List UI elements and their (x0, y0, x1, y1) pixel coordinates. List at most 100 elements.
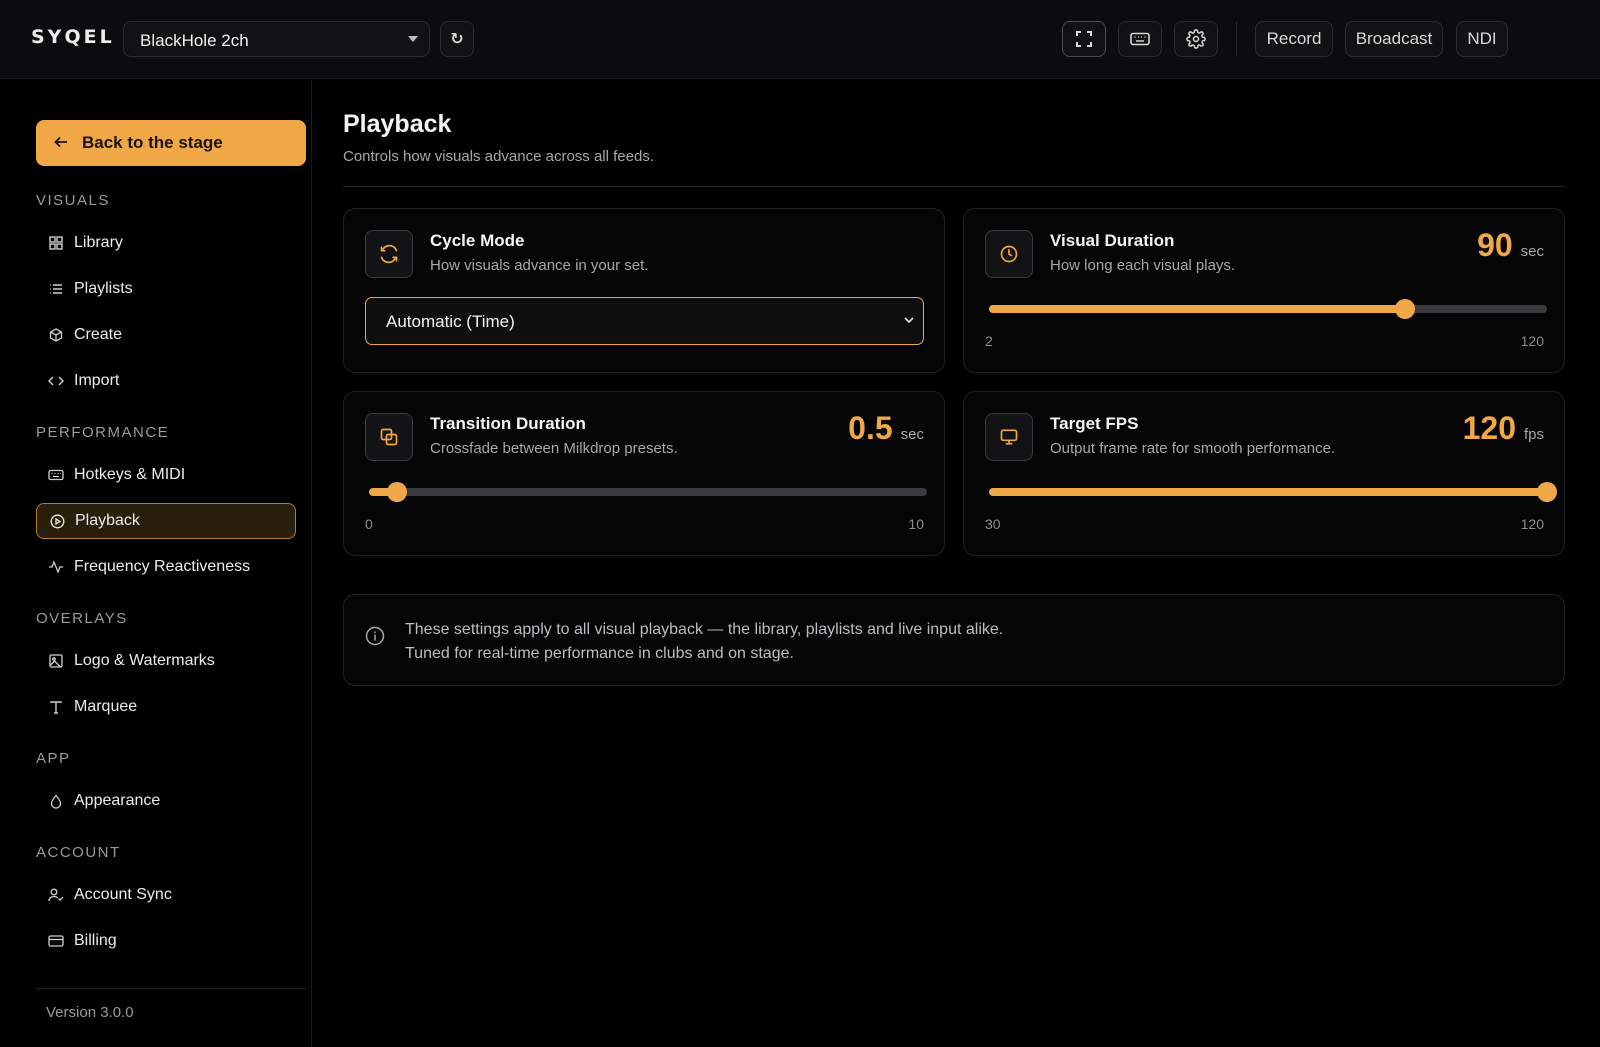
credit-card-icon (48, 933, 64, 949)
slider-fill (989, 488, 1547, 496)
sidebar-footer-divider (36, 988, 306, 989)
slider-thumb[interactable] (1537, 482, 1557, 502)
fullscreen-button[interactable] (1062, 21, 1106, 57)
sidebar-item-billing[interactable]: Billing (36, 923, 296, 959)
sidebar-item-label: Logo & Watermarks (74, 652, 215, 669)
sidebar-item-label: Library (74, 234, 123, 251)
target-fps-slider[interactable] (989, 482, 1557, 502)
grid-icon (48, 235, 64, 251)
arrow-left-icon (54, 135, 68, 152)
visual-duration-unit: sec (1520, 243, 1544, 260)
sidebar-item-label: Create (74, 326, 123, 343)
info-icon (365, 626, 385, 646)
target-fps-max: 120 (1520, 516, 1544, 532)
back-to-stage-label: Back to the stage (82, 133, 223, 152)
settings-sidebar: Back to the stage VISUALS Library Playli… (0, 80, 312, 1047)
visual-duration-max: 120 (1520, 333, 1544, 349)
app-logo: SYQEL (31, 26, 115, 48)
broadcast-button[interactable]: Broadcast (1345, 21, 1443, 57)
sidebar-item-appearance[interactable]: Appearance (36, 783, 296, 819)
settings-button[interactable] (1174, 21, 1218, 57)
sidebar-item-logo-watermarks[interactable]: Logo & Watermarks (36, 643, 296, 679)
section-overlays: OVERLAYS (36, 610, 128, 627)
info-line-1: These settings apply to all visual playb… (405, 621, 1004, 638)
gear-icon (1186, 29, 1206, 49)
section-performance: PERFORMANCE (36, 424, 170, 441)
layers-icon (365, 413, 413, 461)
keyboard-button[interactable] (1118, 21, 1162, 57)
slider-fill (989, 305, 1406, 313)
target-fps-desc: Output frame rate for smooth performance… (1050, 440, 1336, 457)
list-icon (48, 281, 64, 297)
keyboard-icon (1130, 32, 1150, 46)
visual-duration-number: 90 (1477, 227, 1513, 263)
sidebar-item-playback[interactable]: Playback (36, 503, 296, 539)
header-divider (343, 186, 1565, 187)
sidebar-item-label: Marquee (74, 698, 138, 715)
clock-icon (985, 230, 1033, 278)
target-fps-number: 120 (1462, 410, 1516, 446)
target-fps-unit: fps (1523, 426, 1544, 443)
refresh-cycle-icon (365, 230, 413, 278)
visual-duration-desc: How long each visual plays. (1050, 257, 1236, 274)
visual-duration-card: Visual Duration How long each visual pla… (963, 208, 1565, 373)
info-line-2: Tuned for real-time performance in clubs… (405, 645, 794, 662)
audio-device-select[interactable]: BlackHole 2ch (123, 21, 430, 57)
sidebar-item-create[interactable]: Create (36, 317, 296, 353)
code-icon (48, 373, 64, 389)
visual-duration-value: 90 sec (1477, 227, 1544, 264)
refresh-icon: ↻ (450, 31, 464, 48)
play-circle-icon (49, 513, 65, 529)
sidebar-item-account-sync[interactable]: Account Sync (36, 877, 296, 913)
sidebar-item-label: Hotkeys & MIDI (74, 466, 186, 483)
transition-duration-title: Transition Duration (430, 414, 586, 433)
back-to-stage-button[interactable]: Back to the stage (36, 120, 306, 166)
sidebar-item-label: Playback (75, 512, 140, 529)
chevron-down-icon (904, 317, 914, 324)
ndi-button[interactable]: NDI (1456, 21, 1508, 57)
toolbar-divider (1236, 22, 1237, 56)
transition-duration-unit: sec (900, 426, 924, 443)
sidebar-item-label: Frequency Reactiveness (74, 558, 251, 575)
visual-duration-slider[interactable] (989, 299, 1547, 319)
cycle-mode-title: Cycle Mode (430, 231, 525, 250)
cycle-mode-card: Cycle Mode How visuals advance in your s… (343, 208, 945, 373)
cycle-mode-selected: Automatic (Time) (386, 312, 515, 331)
visual-duration-title: Visual Duration (1050, 231, 1175, 250)
slider-thumb[interactable] (1395, 299, 1416, 319)
activity-icon (48, 559, 64, 575)
sidebar-item-marquee[interactable]: Marquee (36, 689, 296, 725)
sidebar-item-label: Account Sync (74, 886, 172, 903)
target-fps-value: 120 fps (1463, 410, 1544, 447)
sidebar-item-label: Billing (74, 932, 117, 949)
page-subtitle: Controls how visuals advance across all … (343, 148, 654, 165)
sidebar-item-frequency-reactiveness[interactable]: Frequency Reactiveness (36, 549, 296, 585)
slider-thumb[interactable] (386, 482, 407, 502)
slider-track (369, 488, 927, 496)
version-label: Version 3.0.0 (46, 1004, 134, 1021)
transition-duration-value: 0.5 sec (848, 410, 924, 447)
page-title: Playback (343, 110, 452, 138)
target-fps-min: 30 (985, 516, 1001, 532)
sidebar-item-library[interactable]: Library (36, 225, 296, 261)
target-fps-title: Target FPS (1050, 414, 1139, 433)
cube-icon (48, 327, 64, 343)
section-app: APP (36, 750, 71, 767)
user-check-icon (48, 887, 64, 903)
monitor-icon (985, 413, 1033, 461)
sidebar-item-import[interactable]: Import (36, 363, 296, 399)
text-icon (48, 699, 64, 715)
fullscreen-icon (1076, 31, 1092, 47)
droplet-icon (48, 793, 64, 809)
visual-duration-min: 2 (985, 333, 993, 349)
record-button[interactable]: Record (1255, 21, 1333, 57)
sidebar-item-hotkeys[interactable]: Hotkeys & MIDI (36, 457, 296, 493)
transition-duration-slider[interactable] (369, 482, 927, 502)
sidebar-item-playlists[interactable]: Playlists (36, 271, 296, 307)
refresh-devices-button[interactable]: ↻ (440, 21, 474, 57)
transition-duration-max: 10 (908, 516, 924, 532)
info-note: These settings apply to all visual playb… (343, 594, 1565, 686)
target-fps-card: Target FPS Output frame rate for smooth … (963, 391, 1565, 556)
cycle-mode-select[interactable]: Automatic (Time) (365, 297, 924, 345)
audio-device-label: BlackHole 2ch (140, 31, 249, 50)
